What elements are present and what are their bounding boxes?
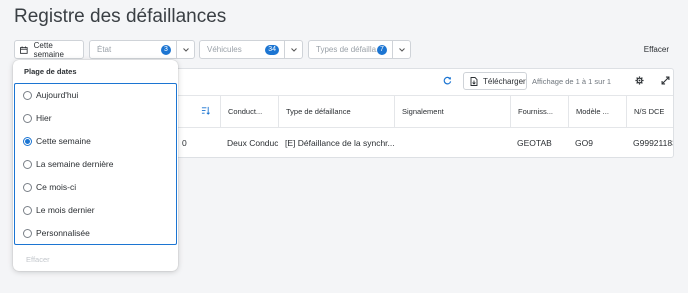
radio-icon[interactable]	[23, 182, 32, 192]
table-cell: [E] Défaillance de la synchr...	[285, 138, 394, 148]
radio-icon[interactable]	[23, 159, 32, 169]
column-header-driver[interactable]: Conduct...	[220, 96, 278, 127]
table-cell	[394, 128, 510, 158]
vehicles-placeholder: Véhicules	[207, 45, 242, 54]
vehicles-count-badge: 34	[265, 44, 279, 55]
option-label: Aujourd'hui	[36, 90, 79, 100]
paging-info: Affichage de 1 à 1 sur 1	[532, 77, 612, 86]
table-cell: GO9	[575, 138, 593, 148]
download-label: Télécharger	[483, 76, 526, 86]
option-last-week[interactable]: La semaine dernière	[23, 156, 114, 172]
state-count-badge: 3	[161, 44, 171, 55]
radio-icon[interactable]	[23, 228, 32, 238]
option-label: Cette semaine	[36, 136, 91, 146]
sort-icon[interactable]	[201, 106, 210, 115]
radio-icon[interactable]	[23, 113, 32, 123]
dropdown-header: Plage de dates	[24, 67, 77, 76]
radio-selected-icon[interactable]	[23, 136, 32, 146]
date-range-dropdown: Plage de dates Aujourd'hui Hier Cette se…	[13, 60, 178, 271]
failure-types-placeholder: Types de défailla...	[316, 45, 377, 54]
column-header-model[interactable]: Modèle ...	[568, 96, 626, 127]
failure-types-count-badge: 7	[377, 44, 387, 55]
table-cell: 0	[182, 138, 187, 148]
vehicles-select[interactable]: Véhicules 34	[199, 40, 303, 59]
option-label: Hier	[36, 113, 52, 123]
table-cell: G99921183	[633, 138, 673, 148]
radio-icon[interactable]	[23, 205, 32, 215]
column-header-dce-serial[interactable]: N/S DCE	[626, 96, 673, 127]
chevron-down-icon[interactable]	[284, 41, 302, 58]
chevron-down-icon[interactable]	[392, 41, 410, 58]
option-custom[interactable]: Personnalisée	[23, 225, 90, 241]
option-this-week[interactable]: Cette semaine	[23, 133, 91, 149]
column-header-report[interactable]: Signalement	[394, 96, 510, 127]
option-label: Ce mois-ci	[36, 182, 77, 192]
date-range-button[interactable]: Cette semaine	[14, 40, 84, 59]
option-this-month[interactable]: Ce mois-ci	[23, 179, 76, 195]
clear-filters-button[interactable]: Effacer	[644, 45, 669, 54]
date-range-options: Aujourd'hui Hier Cette semaine La semain…	[14, 83, 177, 245]
download-button[interactable]: Télécharger	[463, 72, 527, 90]
option-label: Le mois dernier	[36, 205, 95, 215]
gear-icon[interactable]	[635, 76, 644, 85]
option-label: Personnalisée	[36, 228, 90, 238]
failure-types-select[interactable]: Types de défailla... 7	[308, 40, 411, 59]
option-label: La semaine dernière	[36, 159, 114, 169]
state-select[interactable]: État 3	[89, 40, 195, 59]
table-cell: GEOTAB	[517, 138, 552, 148]
column-header-failure-type[interactable]: Type de défaillance	[278, 96, 394, 127]
dropdown-clear-button[interactable]: Effacer	[26, 255, 50, 264]
chevron-down-icon[interactable]	[176, 41, 194, 58]
option-yesterday[interactable]: Hier	[23, 110, 52, 126]
option-today[interactable]: Aujourd'hui	[23, 87, 78, 103]
page-title: Registre des défaillances	[14, 6, 227, 27]
column-header-supplier[interactable]: Fourniss...	[510, 96, 568, 127]
state-placeholder: État	[97, 45, 112, 54]
download-icon	[470, 76, 478, 86]
option-last-month[interactable]: Le mois dernier	[23, 202, 95, 218]
table-cell: Deux Conduct	[227, 138, 278, 148]
radio-icon[interactable]	[23, 90, 32, 100]
refresh-icon[interactable]	[443, 76, 452, 85]
calendar-icon	[20, 45, 28, 54]
date-range-label: Cette semaine	[33, 40, 64, 59]
expand-icon[interactable]	[661, 76, 670, 85]
